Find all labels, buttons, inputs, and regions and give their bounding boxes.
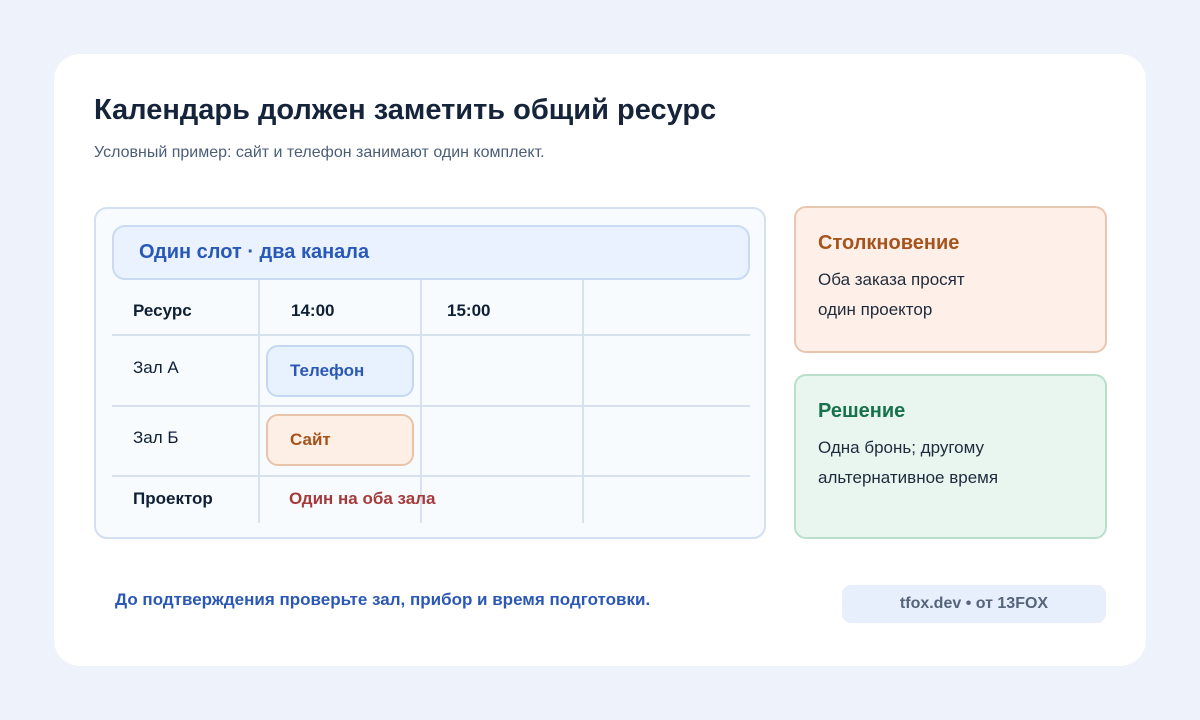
schedule-panel: Один слот · два канала Ресурс 14:00 15:0… (94, 207, 766, 539)
column-header-resource: Ресурс (133, 301, 192, 320)
grid-divider (258, 280, 260, 523)
schedule-header: Один слот · два канала (112, 225, 750, 280)
solution-title: Решение (818, 400, 906, 422)
footer-hint: До подтверждения проверьте зал, прибор и… (115, 590, 651, 609)
booking-chip-phone[interactable]: Телефон (266, 345, 414, 397)
credit-badge[interactable]: tfox.dev • от 13FOX (842, 585, 1106, 623)
grid-divider (112, 475, 750, 477)
row-label-hall-b: Зал Б (133, 428, 179, 447)
row-label-projector: Проектор (133, 489, 213, 508)
column-header-time: 14:00 (291, 301, 335, 320)
solution-note: Решение Одна бронь; другому альтернативн… (794, 374, 1107, 539)
grid-divider (112, 405, 750, 407)
booking-chip-site[interactable]: Сайт (266, 414, 414, 466)
solution-line: Одна бронь; другому (818, 438, 985, 457)
solution-body: Одна бронь; другому альтернативное время (818, 433, 1083, 493)
column-header-time: 15:00 (447, 301, 491, 320)
conflict-body: Оба заказа просят один проектор (818, 265, 1083, 325)
page-title: Календарь должен заметить общий ресурс (94, 94, 717, 126)
conflict-line: один проектор (818, 300, 933, 319)
page-subtitle: Условный пример: сайт и телефон занимают… (94, 144, 545, 161)
solution-line: альтернативное время (818, 468, 999, 487)
row-label-hall-a: Зал А (133, 358, 179, 377)
conflict-title: Столкновение (818, 232, 960, 254)
grid-divider (112, 334, 750, 336)
main-card: Календарь должен заметить общий ресурс У… (54, 54, 1146, 666)
conflict-note: Столкновение Оба заказа просят один прое… (794, 206, 1107, 353)
grid-divider (582, 280, 584, 523)
shared-resource-label: Один на оба зала (289, 489, 436, 508)
conflict-line: Оба заказа просят (818, 270, 965, 289)
grid-divider (420, 280, 422, 523)
